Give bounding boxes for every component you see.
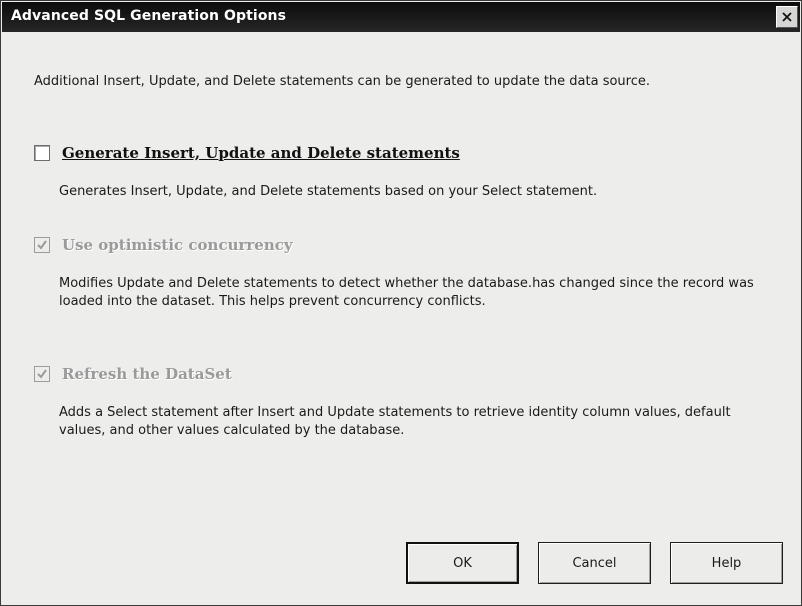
checkmark-icon [37, 369, 47, 379]
close-icon [782, 12, 792, 22]
refresh-dataset-label: Refresh the DataSet [62, 365, 232, 383]
generate-statements-description: Generates Insert, Update, and Delete sta… [59, 184, 598, 199]
optimistic-concurrency-label: Use optimistic concurrency [62, 236, 293, 254]
cancel-button[interactable]: Cancel [538, 542, 651, 584]
refresh-dataset-option[interactable]: Refresh the DataSet [34, 365, 232, 383]
checkmark-icon [37, 240, 47, 250]
refresh-dataset-description: Adds a Select statement after Insert and… [59, 405, 731, 438]
generate-statements-checkbox[interactable] [34, 145, 50, 161]
close-button[interactable] [776, 6, 798, 28]
advanced-sql-options-dialog: Advanced SQL Generation Options Addition… [0, 0, 802, 606]
optimistic-concurrency-description: Modifies Update and Delete statements to… [59, 276, 754, 309]
dialog-description: Additional Insert, Update, and Delete st… [34, 74, 651, 89]
generate-statements-option[interactable]: Generate Insert, Update and Delete state… [34, 144, 460, 162]
generate-statements-label-text: Generate Insert, Update and Delete state… [62, 144, 460, 162]
help-button[interactable]: Help [670, 542, 783, 584]
optimistic-concurrency-checkbox[interactable] [34, 237, 50, 253]
refresh-dataset-checkbox[interactable] [34, 366, 50, 382]
dialog-title: Advanced SQL Generation Options [11, 8, 287, 24]
ok-button[interactable]: OK [406, 542, 519, 584]
generate-statements-label: Generate Insert, Update and Delete state… [62, 144, 460, 162]
title-bar: Advanced SQL Generation Options [2, 2, 800, 32]
optimistic-concurrency-option[interactable]: Use optimistic concurrency [34, 236, 293, 254]
